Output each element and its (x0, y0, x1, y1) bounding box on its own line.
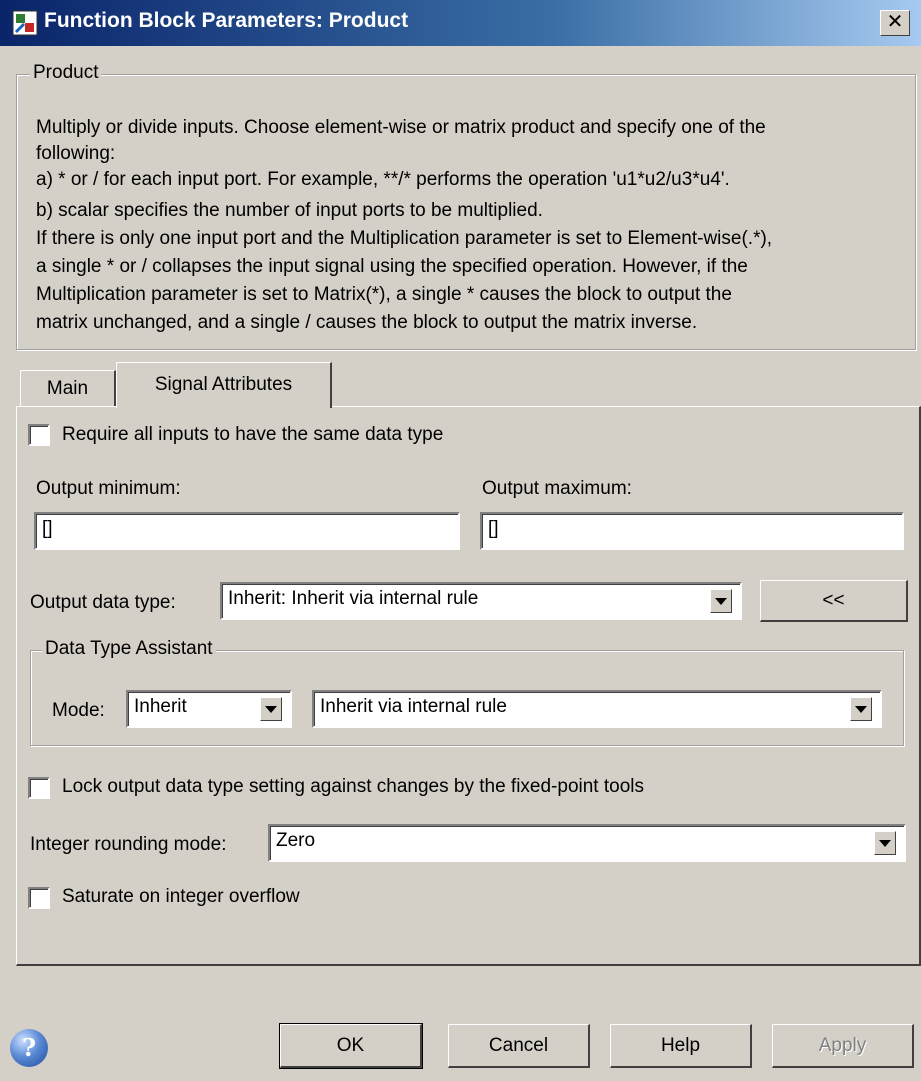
ok-label: OK (336, 1034, 365, 1056)
cancel-button[interactable]: Cancel (448, 1024, 590, 1068)
output-data-type-label: Output data type: (30, 592, 176, 613)
tab-signal-attributes-label: Signal Attributes (154, 374, 293, 395)
description-line: If there is only one input port and the … (36, 228, 773, 249)
chevron-down-icon (879, 839, 891, 847)
output-maximum-label: Output maximum: (482, 478, 632, 499)
description-line: matrix unchanged, and a single / causes … (36, 312, 698, 333)
integer-rounding-dropdown-button[interactable] (874, 831, 896, 855)
saturate-checkbox[interactable] (28, 887, 50, 909)
apply-button[interactable]: Apply (772, 1024, 914, 1068)
simulink-block-icon (12, 10, 38, 36)
inherit-rule-select[interactable]: Inherit via internal rule (312, 690, 882, 728)
help-button[interactable]: Help (610, 1024, 752, 1068)
output-data-type-select[interactable]: Inherit: Inherit via internal rule (220, 582, 742, 620)
cancel-label: Cancel (488, 1034, 549, 1056)
description-line: b) scalar specifies the number of input … (36, 200, 543, 221)
apply-label: Apply (818, 1034, 867, 1056)
description-line: a) * or / for each input port. For examp… (36, 169, 730, 190)
hide-assistant-button[interactable]: << (760, 580, 908, 622)
help-label: Help (660, 1034, 701, 1056)
tab-main[interactable]: Main (20, 370, 116, 406)
output-minimum-field[interactable]: [] (34, 512, 460, 550)
lock-output-label: Lock output data type setting against ch… (62, 776, 644, 797)
output-maximum-field[interactable]: [] (480, 512, 904, 550)
close-button[interactable]: ✕ (880, 10, 910, 36)
lock-output-checkbox[interactable] (28, 777, 50, 799)
ok-button[interactable]: OK (279, 1023, 423, 1069)
help-question-icon[interactable]: ? (10, 1029, 48, 1067)
hide-assistant-label: << (822, 589, 845, 611)
integer-rounding-label: Integer rounding mode: (30, 834, 227, 855)
saturate-label: Saturate on integer overflow (62, 886, 300, 907)
close-icon: ✕ (886, 11, 904, 33)
tab-signal-attributes[interactable]: Signal Attributes (116, 362, 332, 408)
data-type-assistant-title: Data Type Assistant (42, 638, 216, 660)
mode-dropdown-button[interactable] (260, 697, 282, 721)
group-title-product: Product (30, 62, 102, 84)
output-data-type-dropdown-button[interactable] (710, 589, 732, 613)
description-line: Multiplication parameter is set to Matri… (36, 284, 732, 305)
chevron-down-icon (715, 597, 727, 605)
require-same-type-checkbox[interactable] (28, 424, 50, 446)
output-minimum-label: Output minimum: (36, 478, 181, 499)
description-line: Multiply or divide inputs. Choose elemen… (36, 117, 766, 138)
chevron-down-icon (265, 705, 277, 713)
require-same-type-label: Require all inputs to have the same data… (62, 424, 444, 445)
window-title: Function Block Parameters: Product (44, 9, 409, 32)
description-line: a single * or / collapses the input sign… (36, 256, 748, 277)
tab-main-label: Main (46, 378, 89, 399)
inherit-rule-dropdown-button[interactable] (850, 697, 872, 721)
description-line: following: (36, 143, 116, 164)
mode-label: Mode: (52, 700, 105, 721)
chevron-down-icon (855, 705, 867, 713)
integer-rounding-select[interactable]: Zero (268, 824, 906, 862)
